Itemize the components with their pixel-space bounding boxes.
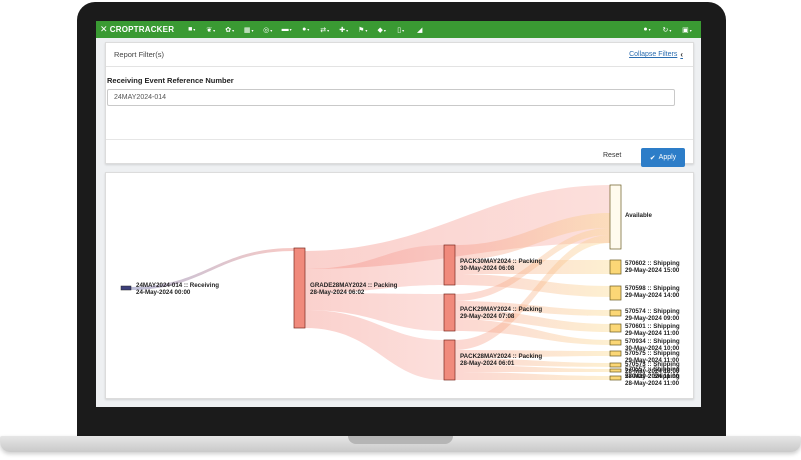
flag-icon[interactable]: ⚑▾ — [353, 26, 372, 34]
apply-button[interactable]: ✔ Apply — [641, 148, 685, 167]
filter-title: Report Filter(s) — [114, 50, 165, 59]
label-s598-2: 29-May-2024 14:00 — [625, 292, 680, 299]
label-s602-2: 29-May-2024 15:00 — [625, 267, 680, 274]
truck-icon[interactable]: ▬▾ — [277, 26, 296, 33]
reference-number-input[interactable]: 24MAY2024-014 — [107, 89, 675, 106]
label-pack30-1: PACK30MAY2024 :: Packing — [460, 258, 542, 265]
label-s601-1: 570601 :: Shipping — [625, 323, 680, 330]
lightbulb-icon[interactable]: ◆▾ — [372, 26, 391, 34]
label-receiving-2: 24-May-2024 00:00 — [136, 289, 191, 296]
user-icon[interactable]: ●▾ — [296, 26, 315, 33]
node-s934[interactable] — [609, 339, 622, 346]
label-receiving-1: 24MAY2024-014 :: Receiving — [136, 282, 219, 289]
label-s598-1: 570598 :: Shipping — [625, 285, 680, 292]
label-pack30-2: 30-May-2024 06:08 — [460, 265, 515, 272]
bookmark-icon[interactable]: ■▾ — [182, 26, 201, 33]
label-pack29-2: 29-May-2024 07:08 — [460, 313, 515, 320]
node-s574[interactable] — [609, 309, 622, 317]
node-pack30[interactable] — [443, 244, 456, 286]
grid-icon[interactable]: ▦▾ — [239, 26, 258, 34]
leaf-icon[interactable]: ❦▾ — [201, 26, 220, 34]
brand-name: CROPTRACKER — [109, 25, 175, 34]
nav-icons: ■▾ ❦▾ ✿▾ ▦▾ ◎▾ ▬▾ ●▾ ⇄▾ ✚▾ ⚑▾ ◆▾ ▯▾ ◢ — [182, 26, 429, 34]
check-icon: ✔ — [649, 154, 656, 162]
node-grade[interactable] — [293, 247, 306, 329]
node-s601[interactable] — [609, 323, 622, 333]
sankey-diagram: 24MAY2024-014 :: Receiving 24-May-2024 0… — [120, 184, 680, 387]
label-s574-2: 29-May-2024 09:00 — [625, 315, 680, 322]
node-s602[interactable] — [609, 259, 622, 275]
node-s557[interactable] — [609, 368, 622, 373]
top-navbar: ✕ CROPTRACKER ■▾ ❦▾ ✿▾ ▦▾ ◎▾ ▬▾ ●▾ ⇄▾ ✚▾… — [96, 21, 701, 38]
filter-divider — [106, 139, 693, 140]
collapse-filters-link[interactable]: Collapse Filters ‹ — [629, 50, 683, 59]
chart-icon[interactable]: ◢ — [410, 26, 429, 34]
node-s429[interactable] — [609, 375, 622, 381]
label-pack28-2: 28-May-2024 06:01 — [460, 360, 515, 367]
label-pack29-1: PACK29MAY2024 :: Packing — [460, 306, 542, 313]
laptop-frame: ✕ CROPTRACKER ■▾ ❦▾ ✿▾ ▦▾ ◎▾ ▬▾ ●▾ ⇄▾ ✚▾… — [0, 0, 801, 460]
node-available[interactable] — [609, 184, 622, 250]
label-s602-1: 570602 :: Shipping — [625, 260, 680, 267]
collapse-filters-label: Collapse Filters — [629, 51, 678, 58]
label-s429-1: 570429 :: Shipping — [625, 373, 680, 380]
node-s598[interactable] — [609, 285, 622, 301]
reset-button[interactable]: Reset — [603, 152, 621, 159]
label-s557-1: 570557 :: Shipping — [625, 366, 680, 373]
help-icon[interactable]: ●▾ — [637, 26, 657, 33]
sprout-icon[interactable]: ✿▾ — [220, 26, 239, 34]
label-grade-2: 28-May-2024 06:02 — [310, 289, 365, 296]
label-s601-2: 29-May-2024 11:00 — [625, 330, 680, 337]
right-nav-icons: ●▾ ↻▾ ▣▾ — [637, 21, 697, 38]
account-icon[interactable]: ▣▾ — [677, 26, 697, 34]
brand[interactable]: ✕ CROPTRACKER — [100, 24, 174, 35]
label-s429-2: 28-May-2024 11:00 — [625, 380, 680, 387]
app-screen: ✕ CROPTRACKER ■▾ ❦▾ ✿▾ ▦▾ ◎▾ ▬▾ ●▾ ⇄▾ ✚▾… — [96, 21, 701, 407]
swap-icon[interactable]: ⇄▾ — [315, 26, 334, 34]
apply-label: Apply — [658, 154, 677, 161]
node-pack28[interactable] — [443, 339, 456, 381]
node-s575[interactable] — [609, 350, 622, 357]
filter-header: Report Filter(s) Collapse Filters ‹ — [106, 43, 693, 67]
node-receiving[interactable] — [120, 285, 132, 291]
chevron-left-icon: ‹ — [680, 50, 683, 59]
refresh-icon[interactable]: ↻▾ — [657, 26, 677, 34]
link-pack28-s429 — [455, 372, 610, 380]
label-grade-1: GRADE28MAY2024 :: Packing — [310, 282, 398, 289]
laptop-notch — [348, 436, 453, 444]
label-available: Available — [625, 212, 652, 219]
label-pack28-1: PACK28MAY2024 :: Packing — [460, 353, 542, 360]
label-s574-1: 570574 :: Shipping — [625, 308, 680, 315]
phone-icon[interactable]: ▯▾ — [391, 26, 410, 34]
node-s573[interactable] — [609, 362, 622, 368]
target-icon[interactable]: ◎▾ — [258, 26, 277, 34]
label-s575-1: 570575 :: Shipping — [625, 350, 680, 357]
traceability-sankey-card: 24MAY2024-014 :: Receiving 24-May-2024 0… — [105, 172, 694, 399]
node-pack29[interactable] — [443, 293, 456, 332]
label-s934-1: 570934 :: Shipping — [625, 338, 680, 345]
pin-icon[interactable]: ✚▾ — [334, 26, 353, 34]
croptracker-logo-icon: ✕ — [100, 24, 108, 34]
reference-number-label: Receiving Event Reference Number — [107, 76, 234, 85]
